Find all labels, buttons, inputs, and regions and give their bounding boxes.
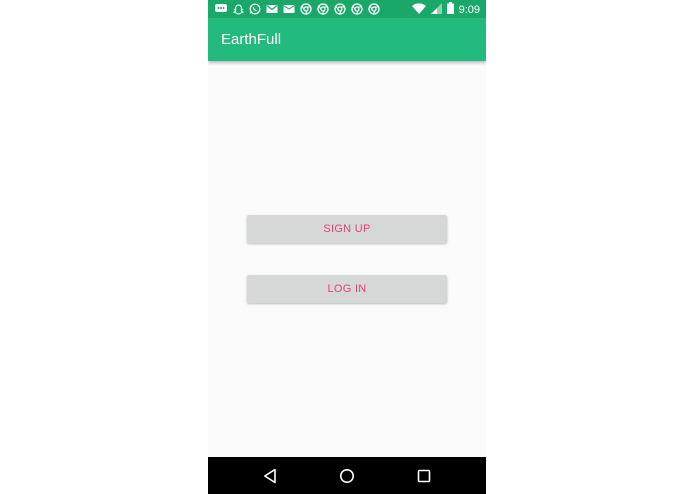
chrome-icon [334, 3, 346, 15]
wifi-icon [411, 2, 426, 17]
email-icon [283, 3, 295, 15]
chrome-icon [368, 3, 380, 15]
chat-icon [215, 3, 227, 15]
status-time: 9:09 [458, 3, 480, 16]
whatsapp-icon [249, 3, 261, 15]
app-bar: EarthFull [208, 18, 486, 61]
recents-icon[interactable] [414, 466, 434, 486]
battery-icon [446, 2, 454, 17]
navigation-bar [208, 457, 486, 494]
sign-up-button[interactable]: SIGN UP [247, 215, 447, 243]
status-bar: 9:09 [208, 0, 486, 18]
snapchat-icon [232, 3, 244, 15]
phone-screen: 9:09 EarthFull SIGN UP LOG IN [208, 0, 486, 494]
chrome-icon [351, 3, 363, 15]
back-icon[interactable] [260, 466, 280, 486]
gmail-icon [266, 3, 278, 15]
system-icons: 9:09 [411, 2, 480, 17]
app-title: EarthFull [221, 31, 282, 48]
chrome-icon [300, 3, 312, 15]
home-icon[interactable] [337, 466, 357, 486]
signal-icon [430, 2, 442, 17]
notification-icons [215, 3, 380, 15]
log-in-button[interactable]: LOG IN [247, 275, 447, 303]
chrome-icon [317, 3, 329, 15]
